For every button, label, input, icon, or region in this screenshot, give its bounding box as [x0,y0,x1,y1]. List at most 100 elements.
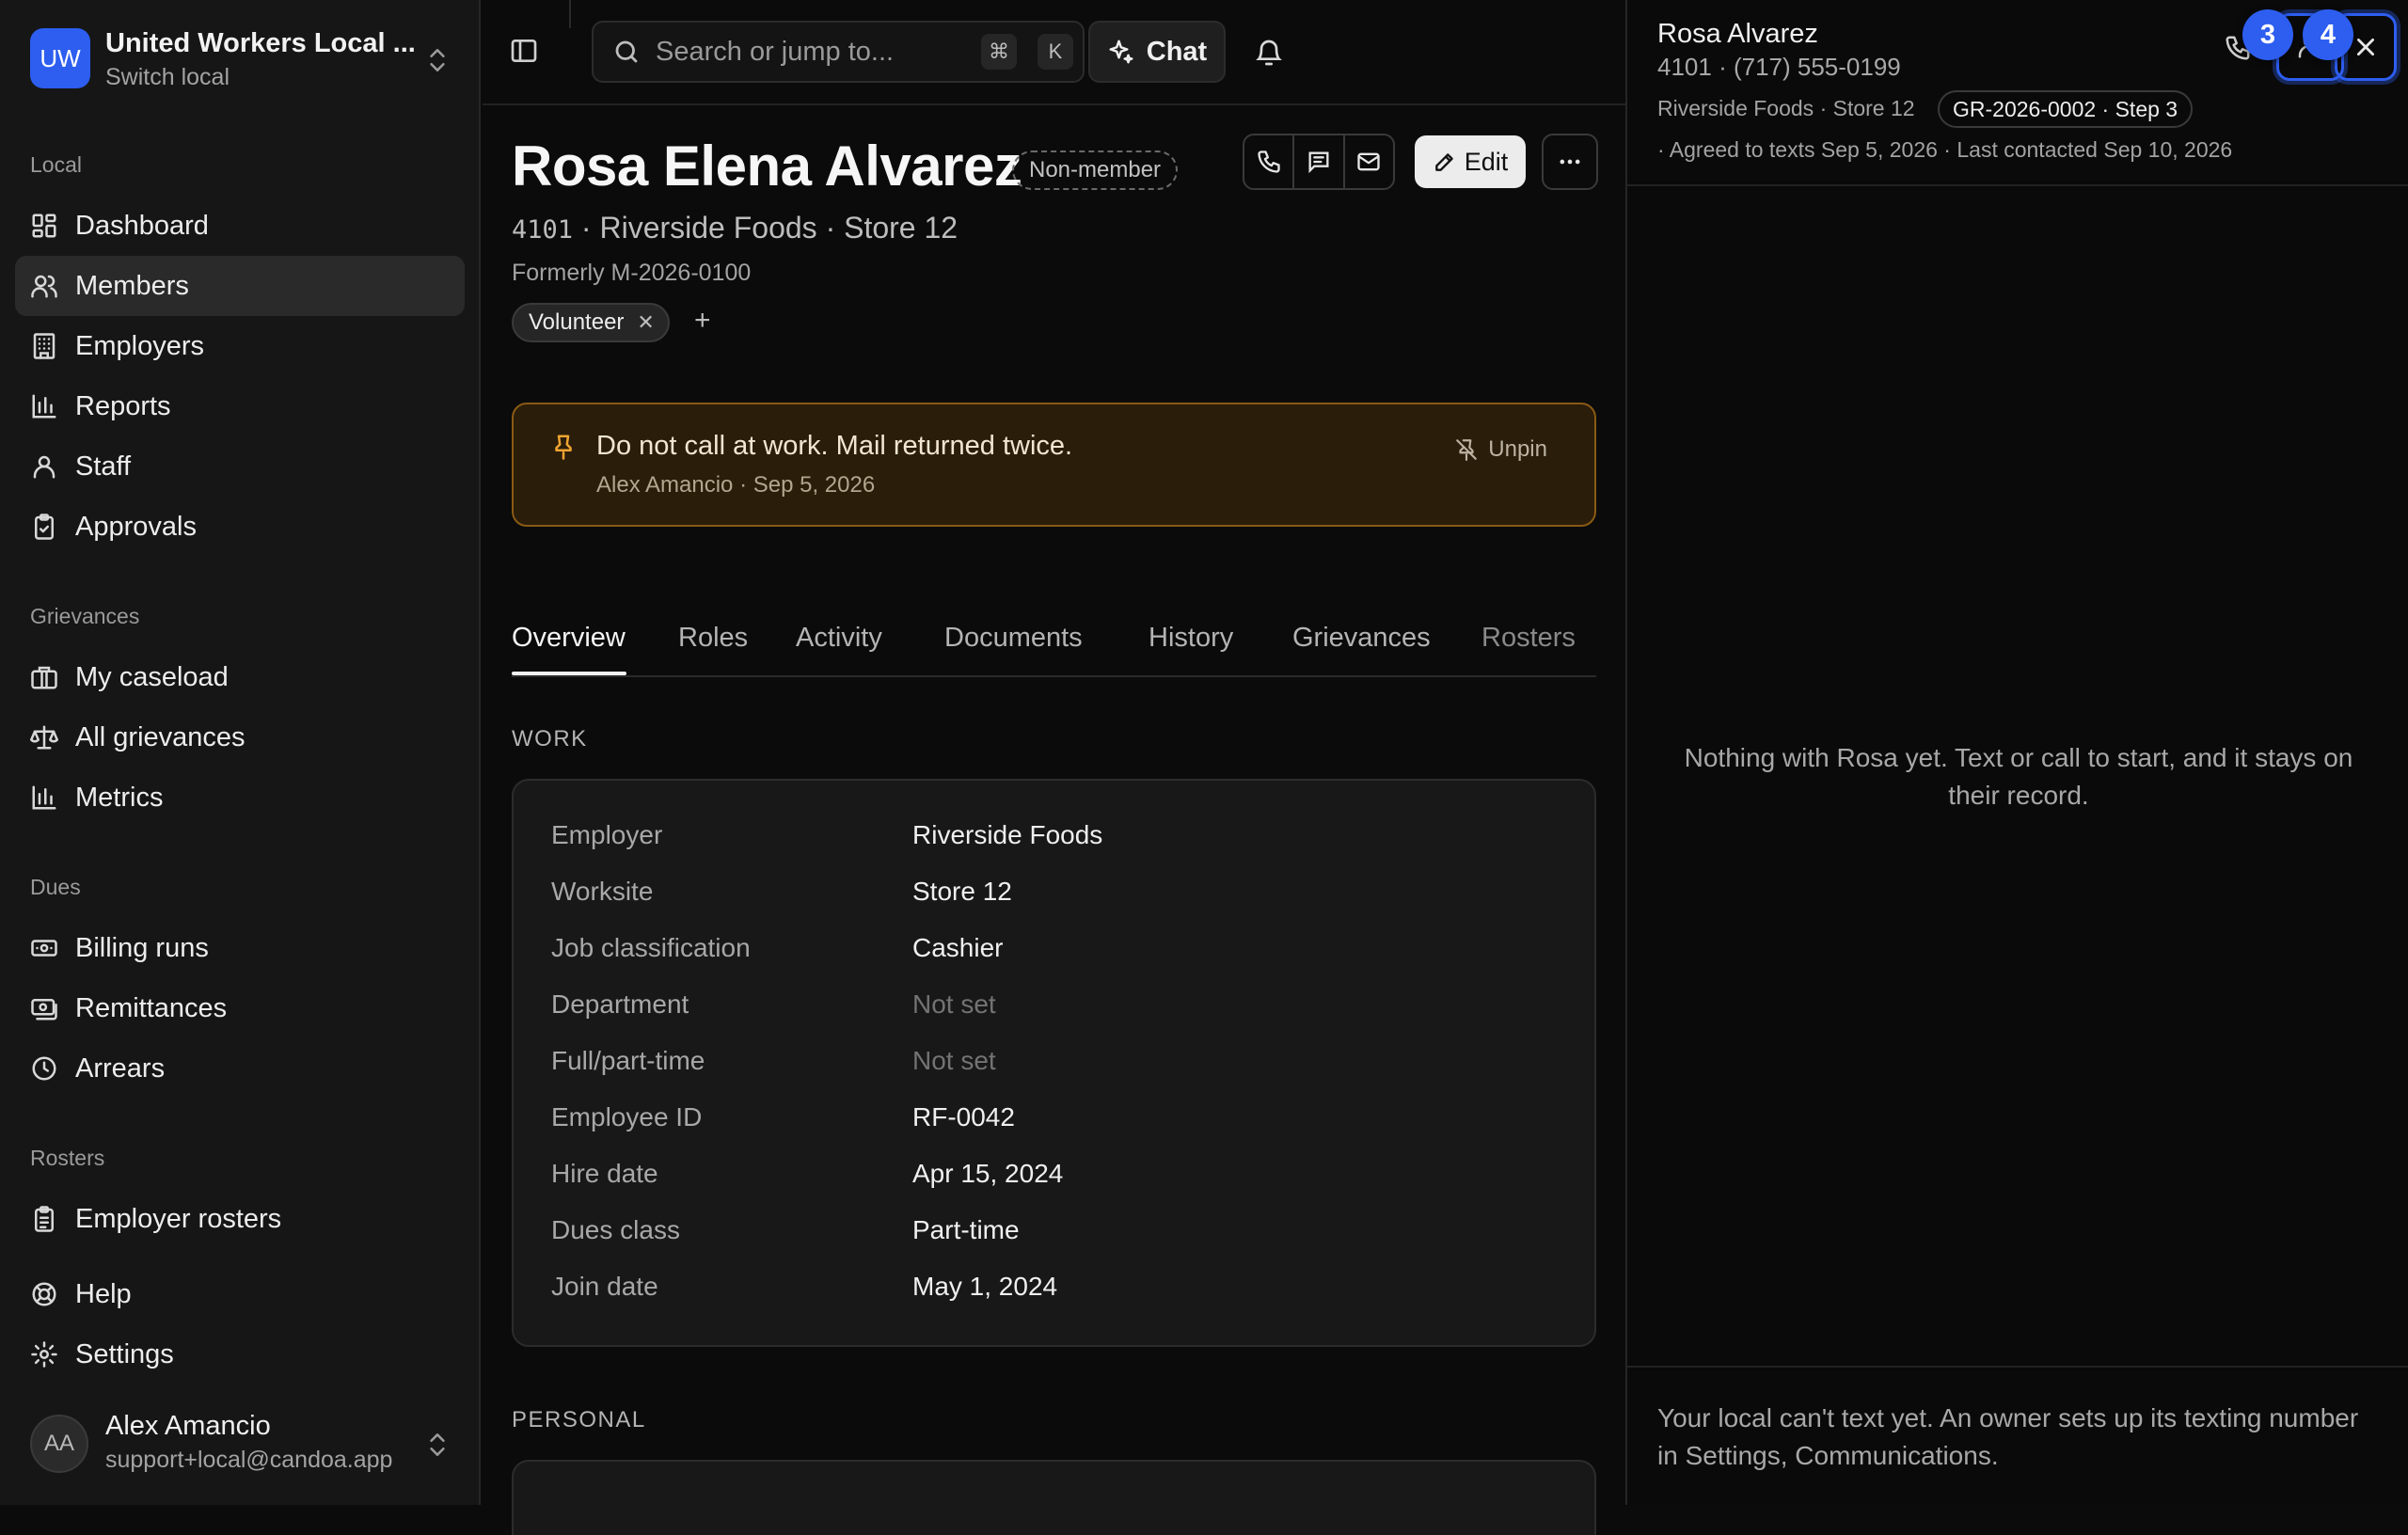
banknote-icon [30,934,58,962]
sidebar-item-all-grievances[interactable]: All grievances [15,707,465,768]
sidebar-item-my-caseload[interactable]: My caseload [15,647,465,707]
sidebar-item-employers[interactable]: Employers [15,316,465,376]
field-value: Store 12 [912,877,1012,906]
step-badge-4: 4 [2303,9,2353,60]
sidebar-item-label: Arrears [75,1052,166,1084]
sidebar-item-metrics[interactable]: Metrics [15,768,465,828]
sidebar-item-arrears[interactable]: Arrears [15,1038,465,1099]
sidebar-item-members[interactable]: Members [15,256,465,316]
employer-line: · Riverside Foods · Store 12 [580,211,958,245]
org-avatar: UW [30,28,90,88]
field-value: Not set [912,1046,996,1075]
active-tab-indicator [512,672,626,675]
unpin-button[interactable]: Unpin [1454,436,1547,463]
chevrons-up-down-icon [425,1430,450,1460]
user-menu[interactable]: AA Alex Amancio support+local@candoa.app [30,1411,459,1477]
field-label: Employee ID [551,1102,703,1131]
remove-tag-icon[interactable]: ✕ [637,310,654,335]
add-tag-icon[interactable]: + [694,305,711,337]
tag-label: Volunteer [529,309,625,335]
avatar: AA [30,1415,88,1473]
section-label-local: Local [30,152,82,177]
search-input[interactable]: Search or jump to... ⌘ K [592,21,1085,83]
bar-chart-icon [30,783,58,812]
field-row: Employer Riverside Foods [551,820,1548,858]
pinned-note-meta: Alex Amancio · Sep 5, 2026 [596,472,876,498]
field-value: RF-0042 [912,1102,1015,1131]
sidebar-item-label: My caseload [75,661,229,692]
field-value: Cashier [912,933,1004,962]
tag-chip: Volunteer ✕ [512,303,670,342]
member-subline: 4101 · Riverside Foods · Store 12 [512,211,958,245]
sidebar-item-label: Approvals [75,511,197,542]
clock-icon [30,1054,58,1083]
top-bar: Search or jump to... ⌘ K Chat [483,0,1625,105]
field-value: May 1, 2024 [912,1272,1058,1301]
grievance-chip[interactable]: GR-2026-0002 · Step 3 [1938,90,2194,128]
unpin-label: Unpin [1488,436,1547,462]
pencil-icon [1433,150,1457,174]
receipt-icon [30,994,58,1022]
field-label: Department [551,989,689,1019]
sidebar-item-employer-rosters[interactable]: Employer rosters [15,1189,465,1249]
sidebar-item-label: Help [75,1278,132,1309]
section-label-rosters: Rosters [30,1146,105,1170]
member-detail: Rosa Elena Alvarez Non-member Edit 4101 … [483,105,1625,1535]
section-label-grievances: Grievances [30,604,140,628]
sidebar-toggle-icon[interactable] [509,36,539,66]
edit-button[interactable]: Edit [1415,135,1526,188]
tab-history[interactable]: History [1149,623,1233,654]
sidebar-item-approvals[interactable]: Approvals [15,497,465,557]
section-title-work: WORK [512,726,588,752]
sidebar-item-billing-runs[interactable]: Billing runs [15,918,465,978]
chat-label: Chat [1146,36,1208,67]
dashboard-icon [30,212,58,240]
more-actions-button[interactable] [1542,134,1598,190]
field-row: Hire date Apr 15, 2024 [551,1159,1548,1196]
email-button[interactable] [1345,135,1393,188]
page-title: Rosa Elena Alvarez [512,135,1022,198]
tab-rosters[interactable]: Rosters [1481,623,1576,654]
sidebar-item-label: Dashboard [75,210,209,241]
kbd-cmd: ⌘ [981,34,1017,70]
tab-documents[interactable]: Documents [944,623,1083,654]
org-name: United Workers Local ... [105,28,416,58]
contact-actions [1243,134,1395,190]
sidebar-item-staff[interactable]: Staff [15,436,465,497]
bell-icon[interactable] [1254,38,1284,68]
app-root: UW United Workers Local ... Switch local… [0,0,2408,1535]
sidebar-item-label: Employer rosters [75,1203,282,1234]
gear-icon [30,1340,58,1369]
contact-phone: 4101 · (717) 555-0199 [1657,53,1901,81]
field-value: Not set [912,989,996,1019]
more-horizontal-icon [1557,149,1583,175]
sidebar-item-reports[interactable]: Reports [15,376,465,436]
field-value: Riverside Foods [912,820,1103,849]
local-switcher[interactable]: UW United Workers Local ... Switch local [30,28,459,92]
sidebar-item-label: Settings [75,1338,174,1369]
field-value: Apr 15, 2024 [912,1159,1064,1188]
tab-grievances[interactable]: Grievances [1292,623,1431,654]
contact-name: Rosa Alvarez [1657,19,1818,49]
tab-overview[interactable]: Overview [512,623,626,654]
field-label: Full/part-time [551,1046,705,1075]
sidebar-item-help[interactable]: Help [15,1264,465,1324]
field-row: Join date May 1, 2024 [551,1272,1548,1309]
chat-button[interactable]: Chat [1088,21,1226,83]
sidebar-item-remittances[interactable]: Remittances [15,978,465,1038]
field-label: Employer [551,820,663,849]
tab-bar: Overview Roles Activity Documents Histor… [512,604,1596,677]
sidebar-item-dashboard[interactable]: Dashboard [15,196,465,256]
former-id: Formerly M-2026-0100 [512,260,752,286]
field-row: Full/part-time Not set [551,1046,1548,1084]
tab-activity[interactable]: Activity [796,623,882,654]
call-button[interactable] [1244,135,1295,188]
section-title-personal: PERSONAL [512,1407,646,1432]
local-number: 4101 [512,215,574,245]
message-button[interactable] [1294,135,1345,188]
sidebar-item-label: Metrics [75,782,164,813]
sidebar-item-settings[interactable]: Settings [15,1324,465,1385]
conversation-header: Rosa Alvarez 4101 · (717) 555-0199 River… [1627,0,2408,186]
field-label: Join date [551,1272,658,1301]
tab-roles[interactable]: Roles [678,623,748,654]
